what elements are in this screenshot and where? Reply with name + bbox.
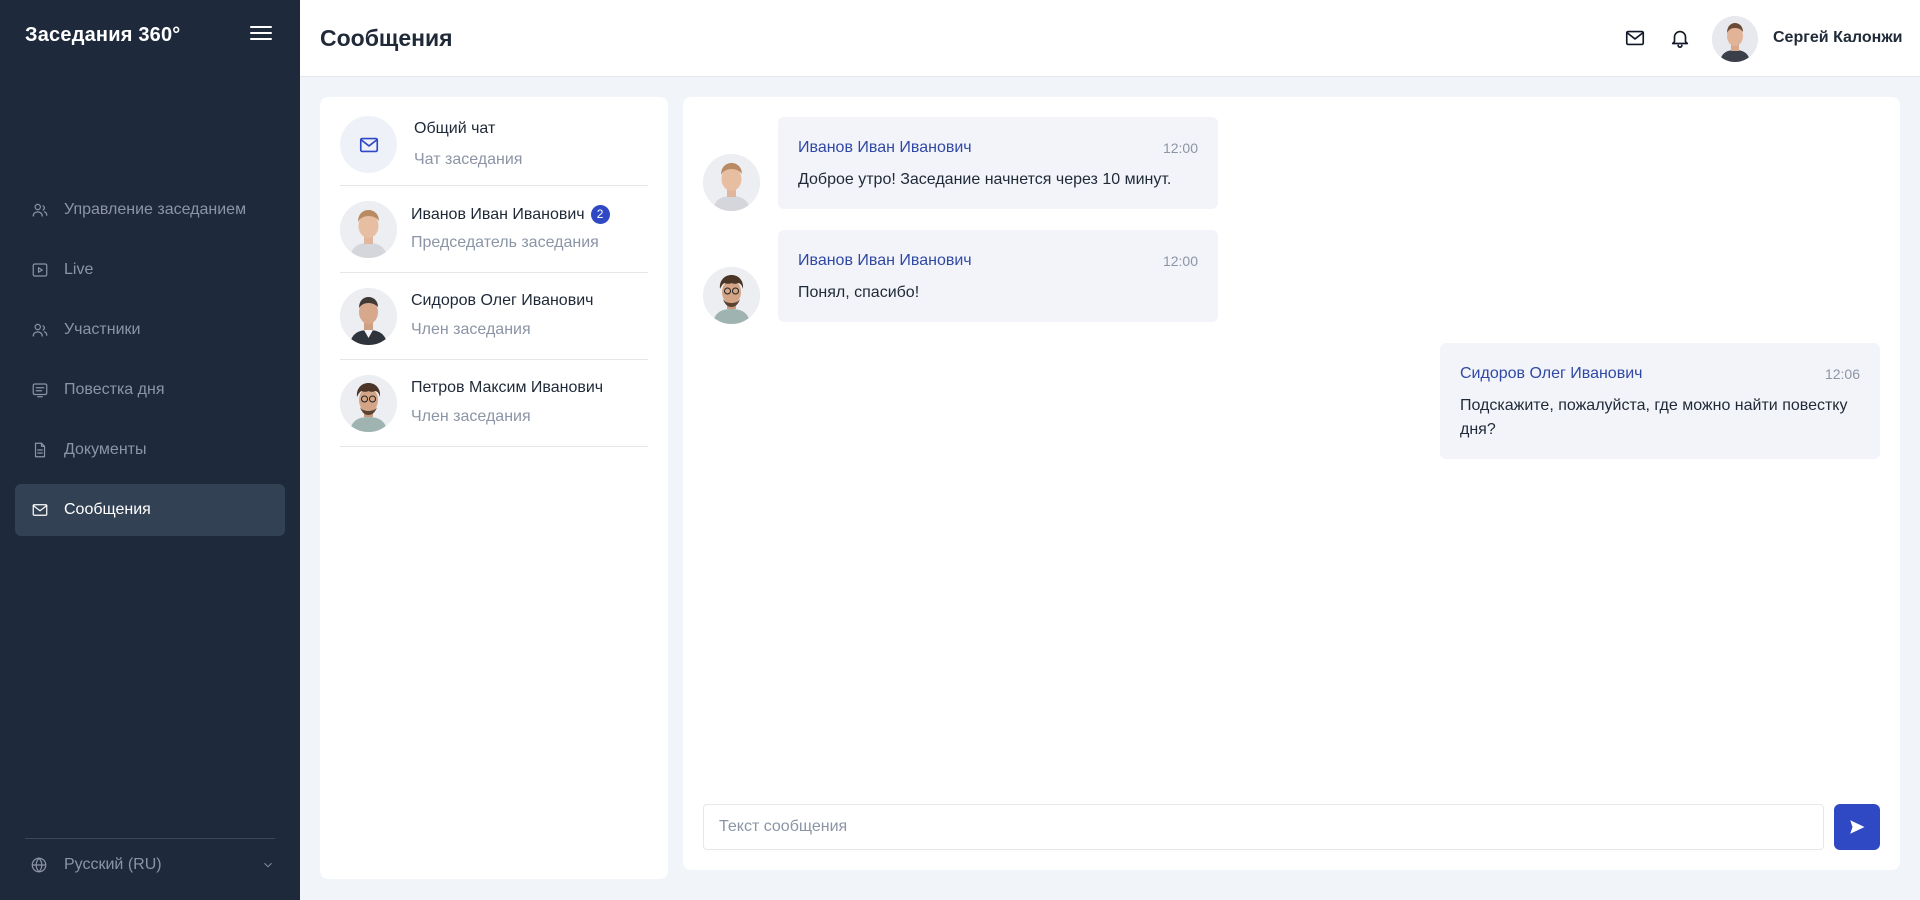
sidebar-item-label: Сообщения: [64, 501, 151, 518]
sidebar-nav: Управление заседанием Live Участники Пов…: [15, 184, 285, 544]
chat-subtitle: Член заседания: [411, 408, 531, 425]
message-text: Подскажите, пожалуйста, где можно найти …: [1460, 397, 1848, 438]
chat-item[interactable]: Сидоров Олег Иванович Член заседания: [340, 273, 648, 360]
message-sender: Сидоров Олег Иванович: [1460, 365, 1643, 382]
chat-subtitle: Чат заседания: [414, 151, 523, 168]
menu-icon[interactable]: [250, 26, 272, 46]
sidebar-item-messages[interactable]: Сообщения: [15, 484, 285, 536]
document-icon: [30, 440, 50, 460]
sidebar-item-documents[interactable]: Документы: [15, 424, 285, 476]
message-sender: Иванов Иван Иванович: [798, 139, 972, 156]
chat-avatar: [340, 375, 397, 432]
globe-icon: [30, 855, 50, 875]
language-selector[interactable]: Русский (RU): [15, 848, 285, 882]
message-time: 12:00: [1162, 253, 1198, 269]
chat-item-general[interactable]: Общий чат Чат заседания: [340, 116, 648, 186]
chat-avatar: [340, 288, 397, 345]
send-button[interactable]: [1834, 804, 1880, 850]
message-time: 12:06: [1824, 366, 1860, 382]
chat-name-row: Иванов Иван Иванович 2: [411, 205, 610, 224]
chat-list: Общий чат Чат заседания Иванов Иван Иван…: [320, 97, 668, 879]
message-avatar: [703, 154, 760, 211]
divider: [25, 838, 275, 839]
play-icon: [30, 260, 50, 280]
message-text: Доброе утро! Заседание начнется через 10…: [798, 171, 1172, 188]
message-panel: Иванов Иван Иванович 12:00 Доброе утро! …: [683, 97, 1900, 870]
chat-name: Общий чат: [414, 120, 496, 137]
chat-avatar: [340, 116, 397, 173]
sidebar-item-label: Повестка дня: [64, 381, 165, 398]
mail-icon[interactable]: [1624, 27, 1648, 51]
users-icon: [30, 320, 50, 340]
sidebar-item-agenda[interactable]: Повестка дня: [15, 364, 285, 416]
sidebar-item-participants[interactable]: Участники: [15, 304, 285, 356]
sidebar-item-meeting-management[interactable]: Управление заседанием: [15, 184, 285, 236]
message-avatar: [703, 267, 760, 324]
message-input[interactable]: [703, 804, 1824, 850]
sidebar-item-live[interactable]: Live: [15, 244, 285, 296]
language-label: Русский (RU): [64, 856, 162, 873]
user-name[interactable]: Сергей Калонжи: [1773, 29, 1903, 47]
sidebar-item-label: Участники: [64, 321, 141, 338]
page-title: Сообщения: [320, 25, 453, 51]
bell-icon[interactable]: [1669, 27, 1693, 51]
sidebar-item-label: Управление заседанием: [64, 201, 247, 218]
message-bubble: Иванов Иван Иванович 12:00 Доброе утро! …: [778, 117, 1218, 209]
chat-item[interactable]: Иванов Иван Иванович 2 Председатель засед…: [340, 186, 648, 273]
send-icon: [1848, 818, 1866, 836]
mail-icon: [30, 500, 50, 520]
sidebar-item-label: Live: [64, 261, 94, 278]
chat-subtitle: Председатель заседания: [411, 234, 599, 251]
chat-avatar: [340, 201, 397, 258]
agenda-icon: [30, 380, 50, 400]
message-time: 12:00: [1162, 140, 1198, 156]
message-sender: Иванов Иван Иванович: [798, 252, 972, 269]
message-bubble: Иванов Иван Иванович 12:00 Понял, спасиб…: [778, 230, 1218, 322]
users-icon: [30, 200, 50, 220]
chat-subtitle: Член заседания: [411, 321, 531, 338]
chat-name: Петров Максим Иванович: [411, 379, 604, 396]
message-text: Понял, спасибо!: [798, 284, 920, 301]
chat-name: Иванов Иван Иванович: [411, 206, 585, 223]
sidebar-item-label: Документы: [64, 441, 147, 458]
mail-icon: [358, 134, 380, 156]
sidebar: Заседания 360° Управление заседанием Liv…: [0, 0, 300, 900]
app-brand: Заседания 360°: [25, 24, 181, 46]
message-bubble-own: Сидоров Олег Иванович 12:06 Подскажите, …: [1440, 343, 1880, 459]
user-avatar[interactable]: [1712, 16, 1758, 62]
chevron-down-icon: [261, 858, 275, 877]
top-header: Сообщения Сергей Калонжи: [300, 0, 1920, 77]
chat-name: Сидоров Олег Иванович: [411, 292, 594, 309]
chat-item[interactable]: Петров Максим Иванович Член заседания: [340, 360, 648, 447]
unread-badge: 2: [590, 205, 610, 224]
